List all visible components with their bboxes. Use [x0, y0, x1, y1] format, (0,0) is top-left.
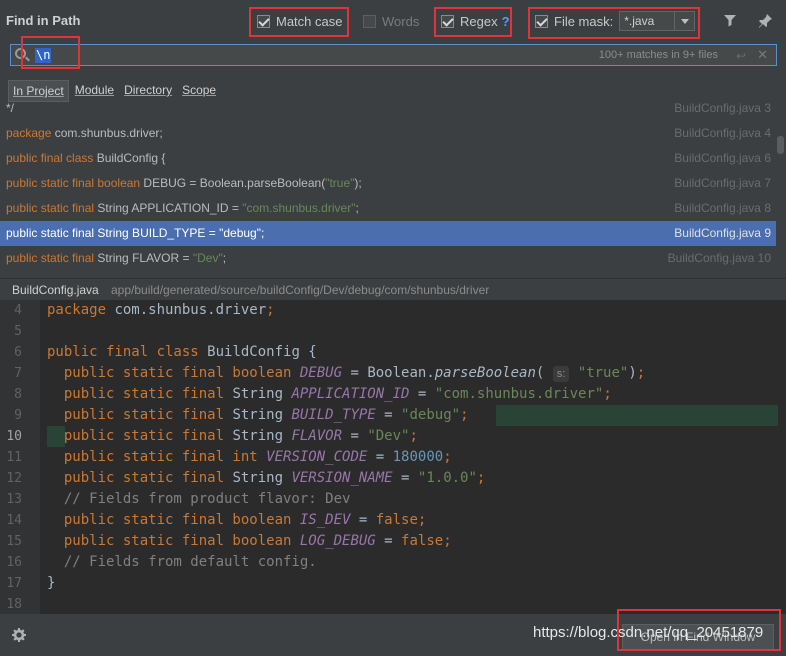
line-content: public static final String VERSION_NAME … [47, 470, 486, 486]
code-line: 11 public static final int VERSION_CODE … [0, 447, 786, 468]
regex-highlight [434, 7, 512, 37]
code-line: 8 public static final String APPLICATION… [0, 384, 786, 405]
results-list: */ BuildConfig.java 3 package com.shunbus.… [0, 102, 786, 272]
line-number: 10 [6, 429, 22, 444]
line-content: // Fields from product flavor: Dev [47, 491, 351, 507]
pin-icon[interactable] [757, 12, 775, 30]
dialog-header: Find in Path Match case Words Regex ? Fi… [0, 0, 786, 42]
line-content: // Fields from default config. [47, 554, 317, 570]
line-number: 13 [6, 492, 22, 507]
line-number: 16 [6, 555, 22, 570]
line-content: public static final String BUILD_TYPE = … [47, 407, 469, 423]
code-line: 13 // Fields from product flavor: Dev [0, 489, 786, 510]
line-number: 15 [6, 534, 22, 549]
line-content: public static final int VERSION_CODE = 1… [47, 449, 452, 465]
line-content: public static final boolean LOG_DEBUG = … [47, 533, 452, 549]
tab-directory[interactable]: Directory [120, 80, 176, 102]
file-mask-highlight [528, 7, 700, 39]
results-scrollbar[interactable] [777, 136, 784, 154]
result-file-location: BuildConfig.java 9 [674, 226, 771, 240]
result-code: public static final String FLAVOR = "Dev… [6, 251, 227, 265]
open-button-highlight [617, 609, 781, 651]
result-row[interactable]: public static final String FLAVOR = "Dev… [0, 246, 776, 271]
line-content: public static final String APPLICATION_I… [47, 386, 612, 402]
code-line: 16 // Fields from default config. [0, 552, 786, 573]
enter-icon[interactable]: ↩ [736, 49, 746, 63]
preview-file-path: app/build/generated/source/buildConfig/D… [111, 283, 490, 297]
result-code: public final class BuildConfig { [6, 151, 166, 165]
result-row[interactable]: */ BuildConfig.java 3 [0, 102, 776, 121]
result-file-location: BuildConfig.java 8 [674, 201, 771, 215]
line-number: 9 [14, 408, 22, 423]
tab-scope[interactable]: Scope [178, 80, 220, 102]
line-number: 6 [14, 345, 22, 360]
line-content: public static final boolean DEBUG = Bool… [47, 365, 646, 382]
result-file-location: BuildConfig.java 4 [674, 126, 771, 140]
result-file-location: BuildConfig.java 7 [674, 176, 771, 190]
filter-icon[interactable] [721, 12, 739, 30]
words-checkbox[interactable] [363, 14, 376, 28]
result-row[interactable]: package com.shunbus.driver; BuildConfig.j… [0, 121, 776, 146]
line-number: 14 [6, 513, 22, 528]
result-file-location: BuildConfig.java 6 [674, 151, 771, 165]
code-line: 4 package com.shunbus.driver; [0, 300, 786, 321]
code-line: 10 public static final String FLAVOR = "… [0, 426, 786, 447]
code-line: 17} [0, 573, 786, 594]
code-line: 14 public static final boolean IS_DEV = … [0, 510, 786, 531]
code-line: 6 public final class BuildConfig { [0, 342, 786, 363]
tab-in-project[interactable]: In Project [8, 80, 69, 102]
line-content: package com.shunbus.driver; [47, 302, 275, 318]
tab-module[interactable]: Module [71, 80, 118, 102]
code-line: 12 public static final String VERSION_NA… [0, 468, 786, 489]
preview-path-bar: BuildConfig.java app/build/generated/sou… [0, 278, 786, 300]
close-icon[interactable]: ✕ [757, 47, 768, 63]
result-code: public static final String APPLICATION_I… [6, 201, 359, 215]
line-number: 17 [6, 576, 22, 591]
line-content: public static final boolean IS_DEV = fal… [47, 512, 427, 528]
result-code: public static final String BUILD_TYPE = … [6, 226, 265, 240]
line-content: public static final String FLAVOR = "Dev… [47, 428, 418, 444]
settings-icon[interactable] [12, 628, 26, 642]
line-content: } [47, 575, 56, 591]
line-content: public final class BuildConfig { [47, 344, 317, 360]
result-row[interactable]: public static final String BUILD_TYPE = … [0, 221, 776, 246]
line-number: 12 [6, 471, 22, 486]
result-row[interactable]: public static final String APPLICATION_I… [0, 196, 776, 221]
code-line: 5 [0, 321, 786, 342]
code-line: 9 public static final String BUILD_TYPE … [0, 405, 786, 426]
words-label: Words [382, 13, 420, 29]
line-number: 5 [14, 324, 22, 339]
line-number: 7 [14, 366, 22, 381]
scope-tabs: In Project Module Directory Scope [8, 80, 222, 102]
result-row[interactable]: public final class BuildConfig { BuildCon… [0, 146, 776, 171]
result-row[interactable]: public static final boolean DEBUG = Bool… [0, 171, 776, 196]
result-code: public static final boolean DEBUG = Bool… [6, 176, 362, 190]
code-line: 7 public static final boolean DEBUG = Bo… [0, 363, 786, 384]
search-query-highlight [21, 36, 80, 69]
line-number: 11 [6, 450, 22, 465]
match-count: 100+ matches in 9+ files [598, 49, 718, 61]
words-option[interactable]: Words [363, 11, 419, 31]
code-preview[interactable]: 4 package com.shunbus.driver; 5 6 public fin… [0, 300, 786, 614]
result-code: */ [6, 102, 15, 115]
result-file-location: BuildConfig.java 10 [667, 251, 771, 265]
preview-file-name: BuildConfig.java [12, 283, 99, 297]
result-code: package com.shunbus.driver; [6, 126, 163, 140]
search-input[interactable]: \n 100+ matches in 9+ files ↩ ✕ [10, 44, 777, 66]
dialog-title: Find in Path [6, 13, 81, 28]
code-line: 15 public static final boolean LOG_DEBUG… [0, 531, 786, 552]
match-case-highlight [249, 7, 349, 37]
line-number: 4 [14, 303, 22, 318]
result-file-location: BuildConfig.java 3 [674, 102, 771, 115]
line-number: 18 [6, 597, 22, 612]
line-number: 8 [14, 387, 22, 402]
